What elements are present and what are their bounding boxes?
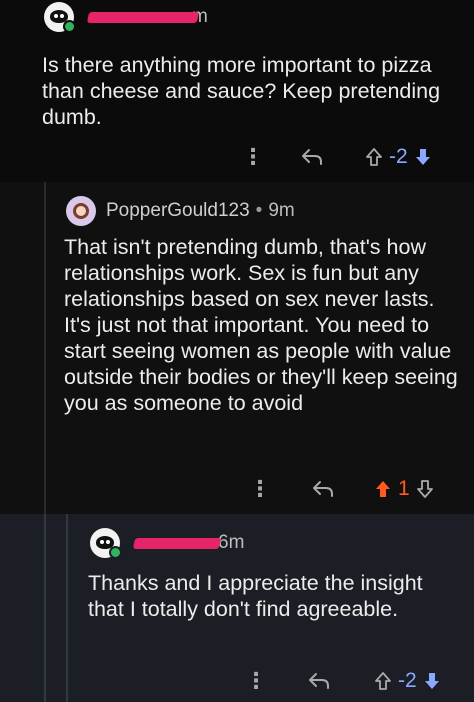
comment-body: Is there anything more important to pizz…	[42, 53, 441, 129]
more-icon[interactable]: ⋮	[249, 478, 271, 500]
vote-score: 1	[398, 477, 410, 500]
downvote-icon[interactable]	[423, 671, 441, 691]
comment-body: Thanks and I appreciate the insight that…	[88, 571, 423, 621]
upvote-icon[interactable]	[374, 479, 392, 499]
online-indicator	[109, 546, 122, 559]
upvote-icon[interactable]	[374, 671, 392, 691]
comment-time: 9m	[268, 200, 295, 221]
comment-thread: m Is there anything more important to pi…	[0, 0, 474, 702]
comment-1-meta: m	[44, 2, 208, 33]
avatar-face-icon	[73, 203, 89, 219]
online-indicator	[63, 20, 76, 33]
redacted-username	[132, 537, 222, 549]
comment-body: That isn't pretending dumb, that's how r…	[64, 235, 458, 415]
comment-2: PopperGould123 • 9m That isn't pretendin…	[0, 182, 474, 514]
more-icon[interactable]: ⋮	[245, 670, 267, 692]
comment-actions: ⋮ -2	[242, 142, 432, 172]
user-avatar[interactable]	[90, 528, 122, 559]
reply-icon[interactable]	[301, 148, 323, 166]
vote-score: -2	[398, 669, 417, 692]
more-icon[interactable]: ⋮	[242, 146, 264, 168]
thread-rail-nested[interactable]	[66, 514, 68, 702]
comment-actions: ⋮ -2	[245, 666, 441, 696]
comment-2-meta: PopperGould123 • 9m	[66, 196, 295, 226]
comment-3: 6m Thanks and I appreciate the insight t…	[0, 514, 474, 702]
thread-rail[interactable]	[44, 514, 46, 702]
reply-icon[interactable]	[308, 672, 330, 690]
comment-username[interactable]: PopperGould123	[106, 200, 250, 222]
comment-time: 6m	[218, 532, 245, 553]
user-avatar[interactable]	[66, 196, 96, 226]
user-avatar[interactable]	[44, 2, 76, 33]
downvote-icon[interactable]	[416, 479, 434, 499]
redacted-username	[86, 11, 200, 23]
vote-score: -2	[389, 145, 408, 168]
upvote-icon[interactable]	[365, 147, 383, 167]
comment-3-meta: 6m	[90, 528, 245, 559]
comment-1: m Is there anything more important to pi…	[0, 0, 474, 182]
thread-rail[interactable]	[44, 182, 46, 514]
comment-actions: ⋮ 1	[249, 474, 434, 504]
downvote-icon[interactable]	[414, 147, 432, 167]
reply-icon[interactable]	[312, 480, 334, 498]
meta-separator: •	[255, 200, 263, 221]
